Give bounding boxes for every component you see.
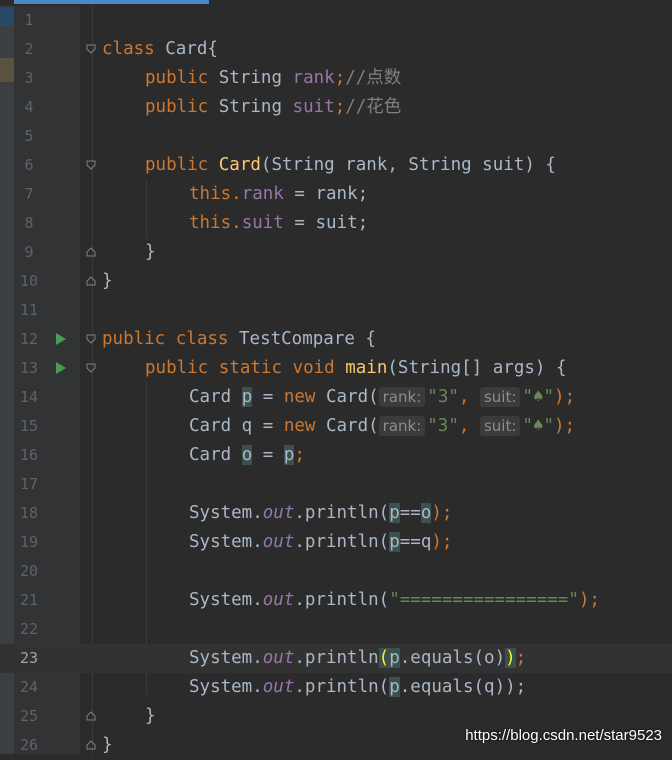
line-number: 17	[19, 475, 39, 493]
watermark: https://blog.csdn.net/star9523	[465, 727, 662, 744]
line-number: 23	[19, 649, 39, 667]
param-hint: rank:	[378, 387, 426, 407]
code-text: }	[145, 242, 156, 262]
line-number: 24	[19, 678, 39, 696]
code-text: public class TestCompare {	[102, 329, 376, 349]
line-number: 18	[19, 504, 39, 522]
line-number: 4	[24, 98, 34, 116]
code-text: class Card{	[102, 39, 218, 59]
code-line: 20	[0, 557, 672, 586]
code-line: 24 System.out.println(p.equals(q));	[0, 673, 672, 702]
line-number: 6	[24, 156, 34, 174]
line-number: 9	[24, 243, 34, 261]
line-number: 2	[24, 40, 34, 58]
code-line: 3 public String rank;//点数	[0, 64, 672, 93]
code-text: public String suit;//花色	[145, 97, 402, 117]
code-line: 9 }	[0, 238, 672, 267]
code-text: }	[145, 706, 156, 726]
line-number: 10	[19, 272, 39, 290]
line-number: 5	[24, 127, 34, 145]
code-text: public static void main(String[] args) {	[145, 358, 567, 378]
code-line: 5	[0, 122, 672, 151]
code-text: System.out.println("================");	[189, 590, 600, 610]
param-hint: rank:	[378, 416, 426, 436]
code-text: }	[102, 735, 113, 755]
fold-open-icon[interactable]	[86, 363, 96, 373]
line-number: 8	[24, 214, 34, 232]
code-text: public Card(String rank, String suit) {	[145, 155, 556, 175]
param-hint: suit:	[479, 416, 521, 436]
code-line: 7 this.rank = rank;	[0, 180, 672, 209]
line-number: 21	[19, 591, 39, 609]
code-text: System.out.println(p==o);	[189, 503, 453, 523]
param-hint: suit:	[479, 387, 521, 407]
line-number: 7	[24, 185, 34, 203]
fold-close-icon[interactable]	[86, 247, 96, 257]
line-number: 12	[19, 330, 39, 348]
code-line: 8 this.suit = suit;	[0, 209, 672, 238]
line-number: 20	[19, 562, 39, 580]
line-number: 11	[19, 301, 39, 319]
code-line: 6 public Card(String rank, String suit) …	[0, 151, 672, 180]
fold-open-icon[interactable]	[86, 44, 96, 54]
code-line: 10 }	[0, 267, 672, 296]
line-number: 26	[19, 736, 39, 754]
code-line: 21 System.out.println("================"…	[0, 586, 672, 615]
fold-open-icon[interactable]	[86, 334, 96, 344]
code-line: 19 System.out.println(p==q);	[0, 528, 672, 557]
line-number: 1	[24, 11, 34, 29]
code-text: System.out.println(p.equals(o));	[189, 648, 527, 668]
code-text: this.rank = rank;	[189, 184, 369, 204]
code-line: 17	[0, 470, 672, 499]
line-number: 15	[19, 417, 39, 435]
fold-close-icon[interactable]	[86, 276, 96, 286]
active-tab-indicator[interactable]	[14, 0, 209, 4]
code-line: 4 public String suit;//花色	[0, 93, 672, 122]
fold-close-icon[interactable]	[86, 740, 96, 750]
run-main-icon[interactable]	[56, 362, 66, 374]
current-code-line: 23 System.out.println(p.equals(o));	[0, 644, 672, 673]
line-number: 22	[19, 620, 39, 638]
code-text: public String rank;//点数	[145, 68, 402, 88]
code-text: System.out.println(p==q);	[189, 532, 453, 552]
code-line: 13 public static void main(String[] args…	[0, 354, 672, 383]
line-number: 3	[24, 69, 34, 87]
code-text: Card p = new Card(rank: "3", suit: "♠");	[189, 387, 576, 407]
run-class-icon[interactable]	[56, 333, 66, 345]
code-text: Card q = new Card(rank: "3", suit: "♠");	[189, 416, 576, 436]
fold-open-icon[interactable]	[86, 160, 96, 170]
code-line: 18 System.out.println(p==o);	[0, 499, 672, 528]
code-text: System.out.println(p.equals(q));	[189, 677, 527, 697]
code-line: 12 public class TestCompare {	[0, 325, 672, 354]
line-number: 13	[19, 359, 39, 377]
code-line: 15 Card q = new Card(rank: "3", suit: "♠")…	[0, 412, 672, 441]
code-line: 16 Card o = p;	[0, 441, 672, 470]
line-number: 19	[19, 533, 39, 551]
code-text: this.suit = suit;	[189, 213, 369, 233]
code-text: Card o = p;	[189, 445, 305, 465]
code-line: 14 Card p = new Card(rank: "3", suit: "♠")…	[0, 383, 672, 412]
line-number: 14	[19, 388, 39, 406]
code-line: 11	[0, 296, 672, 325]
code-line: 22	[0, 615, 672, 644]
line-number: 25	[19, 707, 39, 725]
code-line: 1	[0, 6, 672, 35]
fold-close-icon[interactable]	[86, 711, 96, 721]
line-number: 16	[19, 446, 39, 464]
code-line: 2 class Card{	[0, 35, 672, 64]
code-text: }	[102, 271, 113, 291]
